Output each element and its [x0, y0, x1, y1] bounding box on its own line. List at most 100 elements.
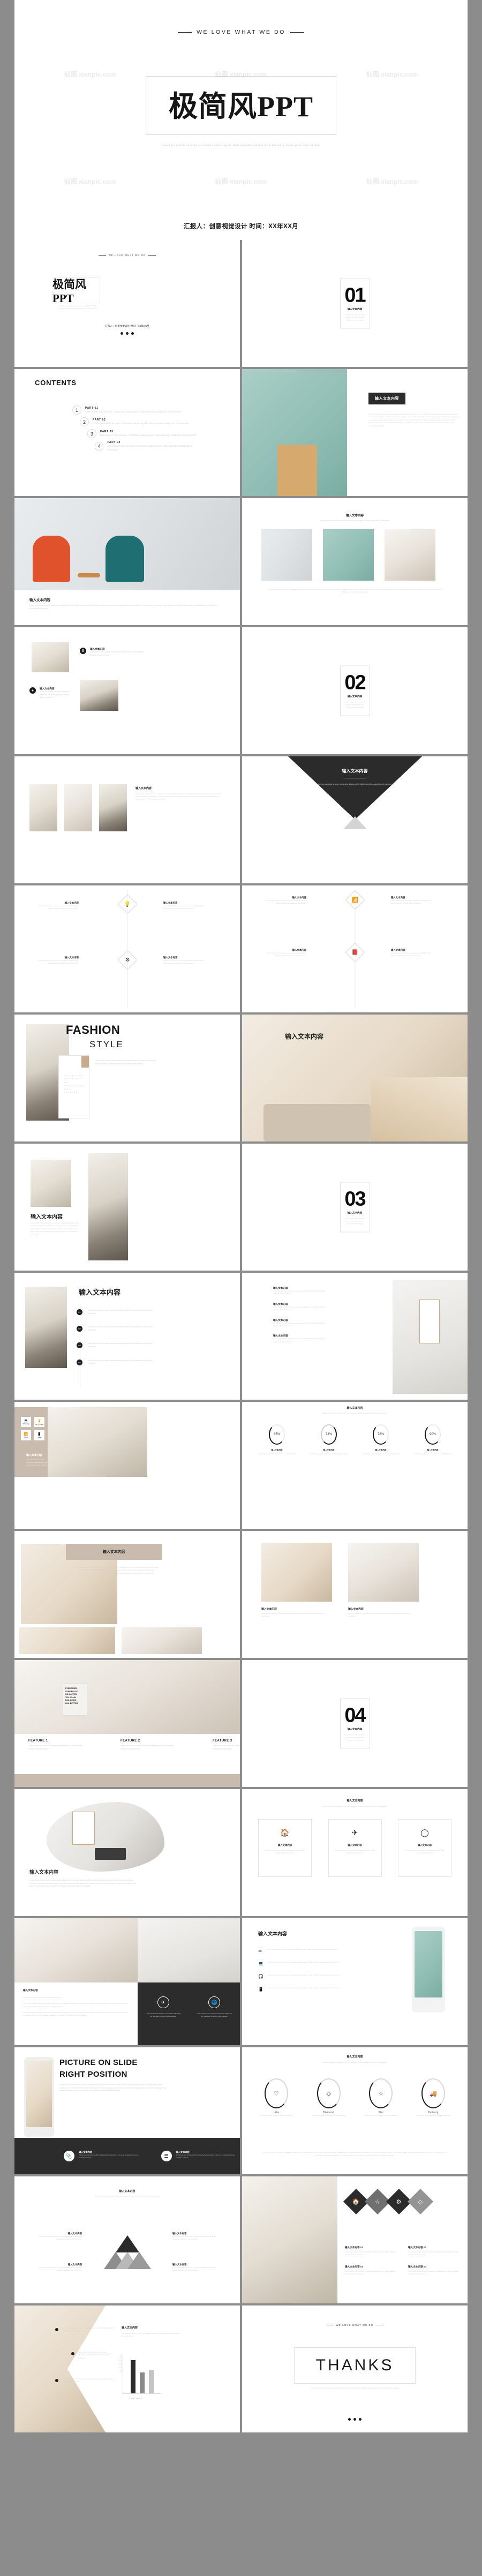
contents-item[interactable]: 4 PART 04 Lorem ipsum dolor sit amet, co…: [95, 441, 201, 452]
slide-list-right-photo[interactable]: 输入文本内容 Lorem ipsum dolor sit amet, conse…: [242, 1273, 468, 1400]
phone-list-item[interactable]: 💻 Lorem ipsum dolor sit amet, consectetu…: [258, 1961, 355, 1966]
ring-item[interactable]: 78% 输入文本内容 Lorem ipsum dolor sit amet, c…: [358, 1424, 404, 1455]
section-number: 01: [344, 284, 366, 307]
oval-item[interactable]: ☆ Star Lorem ipsum dolor sit amet, conse…: [357, 2078, 404, 2117]
numbered-photo[interactable]: [25, 1287, 67, 1368]
cover-title: 极简风PPT: [169, 91, 313, 123]
contents-desc: Lorem ipsum dolor sit amet, consectetur …: [93, 422, 190, 425]
rings-row: 85% 输入文本内容 Lorem ipsum dolor sit amet, c…: [254, 1424, 456, 1455]
slide-photo-caption[interactable]: 输入文本内容 Lorem ipsum dolor sit amet, conse…: [14, 498, 240, 625]
slide-icon-grid-beige[interactable]: 💻 Technology 💡 输入文本内容 📶 Signal 📱 Data 输入文本内容…: [14, 1402, 240, 1529]
list-item[interactable]: 输入文本内容 Lorem ipsum dolor sit amet, conse…: [273, 1319, 331, 1328]
oval-item[interactable]: 🚚 Delivery Lorem ipsum dolor sit amet, c…: [410, 2078, 457, 2117]
photo-thumb[interactable]: [348, 1543, 419, 1602]
slide-three-photo[interactable]: 输入文本内容 Biscuit oat cake carrot cake muff…: [242, 498, 468, 625]
diamond-row-icons: 🏠 ☆ ⚙ ◇: [343, 2188, 434, 2215]
oval-item[interactable]: ◇ Diamond Lorem ipsum dolor sit amet, co…: [305, 2078, 352, 2117]
card[interactable]: 🏠 输入文本内容 Lorem ipsum dolor sit amet, con…: [258, 1819, 312, 1877]
slide-chart[interactable]: Lorem ipsum dolor sit amet, consectetur …: [14, 2305, 240, 2432]
card[interactable]: ◯ 输入文本内容 Lorem ipsum dolor sit amet, con…: [398, 1819, 451, 1877]
rule-right: [148, 255, 156, 256]
fashion-body: Lorem ipsum dolor sit amet, consectetuer…: [95, 1060, 156, 1065]
beige-lower-photo-2[interactable]: [122, 1627, 202, 1654]
slide-two-photo-captions[interactable]: 输入文本内容 Lorem ipsum dolor sit amet, conse…: [242, 1531, 468, 1658]
slide-diamond-row[interactable]: 🏠 ☆ ⚙ ◇ 输入文本内容 01 Lorem ipsum dolor sit …: [242, 2176, 468, 2303]
slide-triangle-banner[interactable]: 输入文本内容 Lorem ipsum dolor sit amet, conse…: [242, 756, 468, 883]
ring-item[interactable]: 85% 输入文本内容 Lorem ipsum dolor sit amet, c…: [254, 1424, 300, 1455]
dark-icon-item[interactable]: ✈ Lorem ipsum dolor sit amet, consectetu…: [145, 1996, 182, 2045]
timeline-item[interactable]: 01 Lorem ipsum dolor sit amet, consectet…: [77, 1309, 157, 1315]
icon-photo-2[interactable]: [80, 680, 118, 711]
dark-icon-item[interactable]: 🌐 Lorem ipsum dolor sit amet, consectetu…: [195, 1996, 233, 2045]
slide-diamond-right[interactable]: 📶 输入文本内容 Lorem ipsum dolor sit amet, con…: [242, 885, 468, 1012]
phone-list-item[interactable]: 🎧 Lorem ipsum dolor sit amet, consectetu…: [258, 1974, 355, 1979]
diamond-icon[interactable]: ◇: [407, 2188, 434, 2215]
slide-photo-overlay[interactable]: 输入文本内容: [242, 1015, 468, 1141]
timeline-item[interactable]: 04 Lorem ipsum dolor sit amet, consectet…: [77, 1359, 157, 1365]
slide-pyramid[interactable]: 输入文本内容 Biscuit oat cake carrot cake muff…: [14, 2176, 240, 2303]
icon-photo-1[interactable]: [32, 642, 69, 672]
slide-percent-rings[interactable]: 输入文本内容 Biscuit oat cake carrot cake muff…: [242, 1402, 468, 1529]
slide-fashion[interactable]: FASHION STYLE A CLOTHING STYLE MAY BE IN…: [14, 1015, 240, 1141]
slide-numbered-timeline[interactable]: 输入文本内容 01 Lorem ipsum dolor sit amet, co…: [14, 1273, 240, 1400]
slide-brush-photo[interactable]: 输入文本内容 Lorem ipsum dolor sit amet, conse…: [14, 1789, 240, 1916]
timeline-photo-1[interactable]: [31, 1160, 71, 1207]
photo-thumb[interactable]: [261, 529, 312, 581]
dark-card[interactable]: ☰ 输入文本内容 Entrepreneurial activities diff…: [161, 2151, 240, 2161]
slide-timeline[interactable]: 输入文本内容 Lorem ipsum dolor sit amet, conse…: [14, 1144, 240, 1271]
list-items: 输入文本内容 Lorem ipsum dolor sit amet, conse…: [273, 1287, 331, 1343]
timeline-item[interactable]: 02 Lorem ipsum dolor sit amet, consectet…: [77, 1326, 157, 1332]
timeline-item[interactable]: 03 Lorem ipsum dolor sit amet, consectet…: [77, 1342, 157, 1349]
slide-three-portrait[interactable]: 输入文本内容 Lorem ipsum dolor sit amet, conse…: [14, 756, 240, 883]
pyramid-label: 输入文本内容 Lorem ipsum dolor sit amet, conse…: [172, 2263, 216, 2272]
slide-two-icon-photo[interactable]: ⚙ 输入文本内容 Lorem ipsum dolor sit amet, con…: [14, 627, 240, 754]
photo-thumb[interactable]: [385, 529, 435, 581]
slide-cover-mini[interactable]: WE LOVE WHAT WE DO 极简风PPT Lorem ipsum do…: [14, 240, 240, 367]
slide-dark-split[interactable]: 输入文本内容 Lorem ipsum dolor sit amet, conse…: [14, 1918, 240, 2045]
slide-features[interactable]: EVER TRIED. EVER FAILED. NO MATTER. TRY AGA…: [14, 1660, 240, 1787]
beige-lower-photo[interactable]: [19, 1627, 115, 1654]
photo-thumb[interactable]: [261, 1543, 332, 1602]
slide-section-01[interactable]: 01 输入文本内容 Lorem ipsum dolor sit amet, co…: [242, 240, 468, 367]
fashion-line1: FASHION: [66, 1023, 120, 1037]
dark-card[interactable]: 📎 输入文本内容 Entrepreneurial activities diff…: [64, 2151, 143, 2161]
slide-picture-right[interactable]: PICTURE ON SLIDE RIGHT POSITION Lorem ip…: [14, 2047, 240, 2174]
contents-item[interactable]: 2 PART 02 Lorem ipsum dolor sit amet, co…: [80, 417, 201, 426]
chart-bar: [131, 2360, 136, 2393]
ring-item[interactable]: 90% 输入文本内容 Lorem ipsum dolor sit amet, c…: [410, 1424, 456, 1455]
card[interactable]: ✈ 输入文本内容 Lorem ipsum dolor sit amet, con…: [328, 1819, 382, 1877]
slide-contents[interactable]: CONTENTS 1 PART 01 Lorem ipsum dolor sit…: [14, 369, 240, 496]
lightbulb-icon[interactable]: 💡 输入文本内容: [34, 1417, 44, 1427]
diamond-left-text: 输入文本内容 Lorem ipsum dolor sit amet, conse…: [38, 902, 79, 910]
slide-diamond-left[interactable]: 💡 输入文本内容 Lorem ipsum dolor sit amet, con…: [14, 885, 240, 1012]
slide-three-cards[interactable]: 输入文本内容 Biscuit oat cake carrot cake muff…: [242, 1789, 468, 1916]
list-item[interactable]: 输入文本内容 Lorem ipsum dolor sit amet, conse…: [273, 1334, 331, 1343]
slide-thanks[interactable]: WE LOVE WHAT WE DO THANKS Lorem ipsum do…: [242, 2305, 468, 2432]
poster-text: EVER TRIED. EVER FAILED. NO MATTER. TRY AGA…: [63, 1684, 87, 1716]
ring-item[interactable]: 73% 输入文本内容 Lorem ipsum dolor sit amet, c…: [306, 1424, 352, 1455]
slide-beige-header-photo[interactable]: 输入文本内容 Lorem ipsum dolor sit amet, conse…: [14, 1531, 240, 1658]
slide-text-block[interactable]: 输入文本内容 Lorem ipsum dolor sit amet, conse…: [242, 369, 468, 496]
slide-phone-list[interactable]: 输入文本内容 ☰ Lorem ipsum dolor sit amet, con…: [242, 1918, 468, 2045]
list-item[interactable]: 输入文本内容 Lorem ipsum dolor sit amet, conse…: [273, 1303, 331, 1312]
beige-photo[interactable]: [48, 1407, 147, 1477]
slide-section-03[interactable]: 03 输入文本内容 Lorem ipsum dolor sit amet, co…: [242, 1144, 468, 1271]
slide-section-04[interactable]: 04 输入文本内容 Lorem ipsum dolor sit amet, co…: [242, 1660, 468, 1787]
timeline-photo-2[interactable]: [88, 1153, 128, 1260]
contents-item[interactable]: 3 PART 03 Lorem ipsum dolor sit amet, co…: [87, 429, 201, 438]
oval-item[interactable]: ♡ Like Lorem ipsum dolor sit amet, conse…: [253, 2078, 300, 2117]
cards-row: 🏠 输入文本内容 Lorem ipsum dolor sit amet, con…: [258, 1819, 451, 1877]
slide-oval-icons[interactable]: 输入文本内容 Biscuit oat cake carrot cake muff…: [242, 2047, 468, 2174]
wifi-icon[interactable]: 📶 Signal: [21, 1430, 31, 1440]
phone-list-item[interactable]: ☰ Lorem ipsum dolor sit amet, consectetu…: [258, 1948, 355, 1953]
photo-thumb[interactable]: [64, 784, 92, 831]
contents-item[interactable]: 1 PART 01 Lorem ipsum dolor sit amet, co…: [72, 405, 201, 415]
list-item[interactable]: 输入文本内容 Lorem ipsum dolor sit amet, conse…: [273, 1287, 331, 1296]
photo-thumb[interactable]: [323, 529, 374, 581]
phone-list-item[interactable]: 📱 Lorem ipsum dolor sit amet, consectetu…: [258, 1987, 355, 1992]
slide-section-02[interactable]: 02 输入文本内容 Lorem ipsum dolor sit amet, co…: [242, 627, 468, 754]
battery-icon[interactable]: 📱 Data: [34, 1430, 44, 1440]
photo-thumb[interactable]: [99, 784, 127, 831]
monitor-icon[interactable]: 💻 Technology: [21, 1417, 31, 1427]
photo-thumb[interactable]: [29, 784, 57, 831]
